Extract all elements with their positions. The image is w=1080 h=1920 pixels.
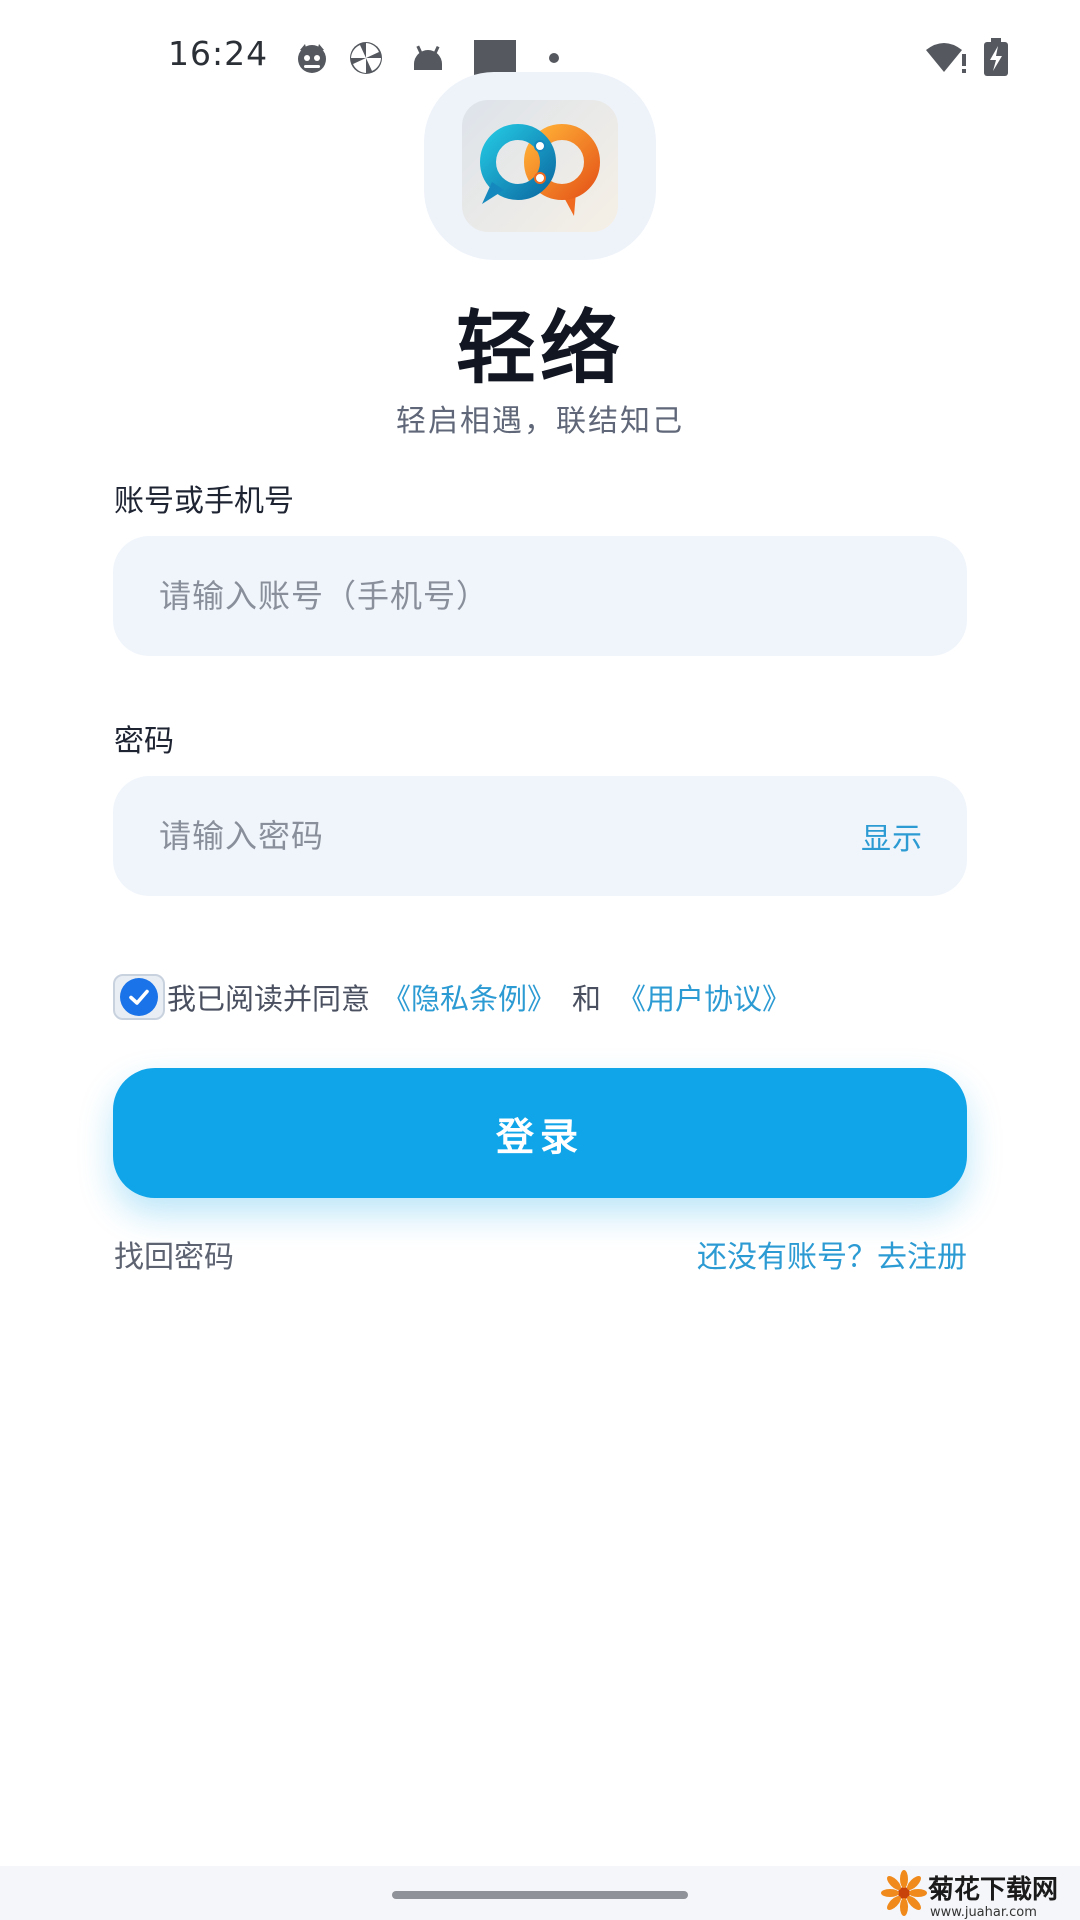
agreement-row: 我已阅读并同意 《隐私条例》 和 《用户协议》 [113,972,791,1022]
account-label: 账号或手机号 [114,484,294,519]
svg-text:菊花下载网: 菊花下载网 [928,1875,1058,1905]
checkmark-icon [120,978,158,1016]
status-time: 16:24 [168,34,269,73]
password-input[interactable] [157,816,861,856]
privacy-policy-link[interactable]: 《隐私条例》 [382,976,556,1018]
watermark-logo: 菊花下载网 www.juahar.com [880,1866,1080,1920]
app-slogan: 轻启相遇，联结知己 [396,404,684,439]
wifi-alert-icon [924,40,968,76]
app-title: 轻络 [456,302,624,395]
dot-icon [544,40,580,76]
show-password-button[interactable]: 显示 [861,814,923,858]
cat-face-icon [294,40,330,76]
forgot-password-link[interactable]: 找回密码 [114,1232,234,1276]
pinwheel-icon [348,40,384,76]
square-icon [474,40,516,76]
agreement-text: 我已阅读并同意 [167,982,371,1016]
agreement-checkbox[interactable] [113,974,165,1020]
login-button[interactable]: 登录 [113,1068,967,1198]
chat-link-logo-icon [462,100,618,232]
user-agreement-link[interactable]: 《用户协议》 [617,976,791,1018]
agreement-and: 和 [572,982,602,1016]
password-field[interactable]: 显示 [113,776,967,896]
home-indicator[interactable] [392,1891,688,1899]
register-link[interactable]: 还没有账号？去注册 [697,1232,967,1276]
account-input[interactable] [157,576,923,616]
account-field[interactable] [113,536,967,656]
android-icon [410,40,446,76]
password-label: 密码 [114,724,174,759]
svg-text:www.juahar.com: www.juahar.com [930,1905,1037,1920]
app-logo [424,72,656,260]
battery-charging-icon [984,38,1008,76]
